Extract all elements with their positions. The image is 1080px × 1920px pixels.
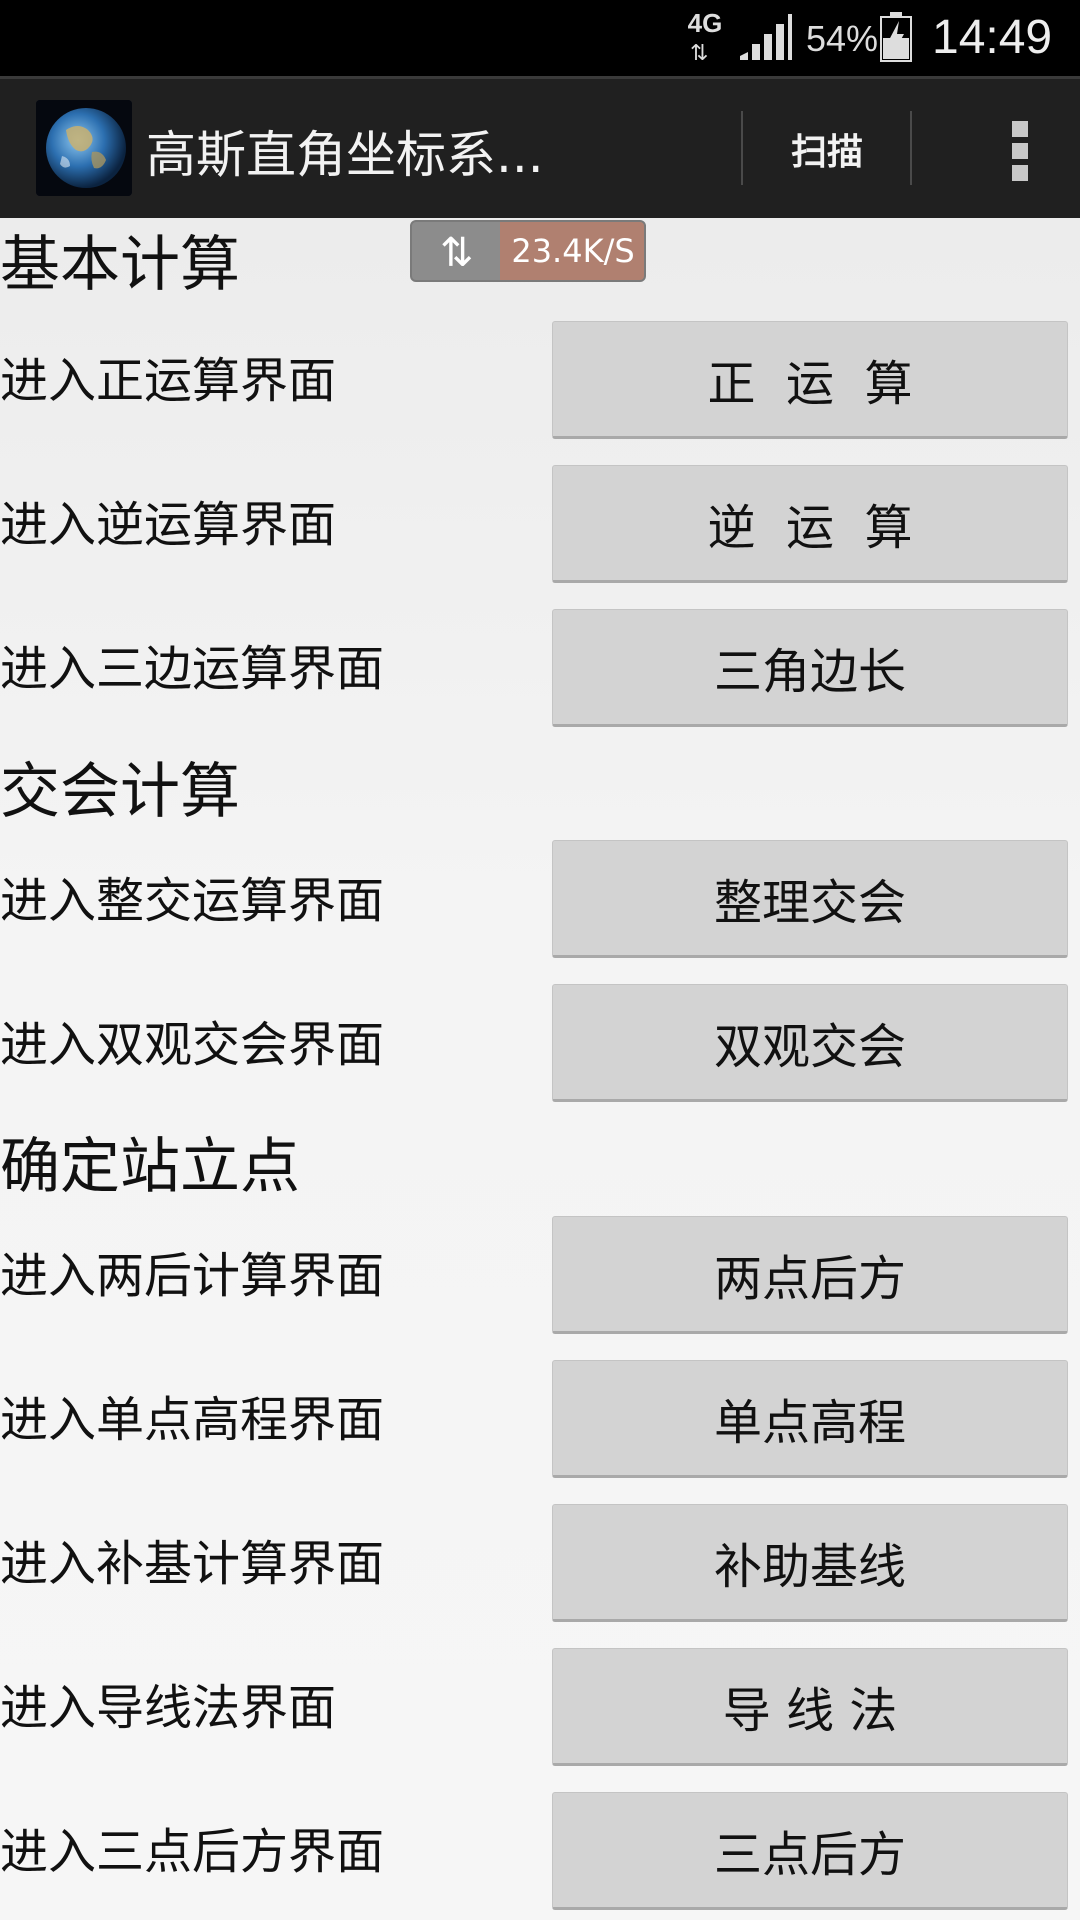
app-title: 高斯直角坐标系... xyxy=(146,126,544,184)
network-speed-indicator: ⇅ 23.4K/S xyxy=(410,220,646,282)
main-content: 基本计算 进入正运算界面 正 运 算 进入逆运算界面 逆 运 算 进入三边运算界… xyxy=(0,218,1080,1920)
action-bar-divider xyxy=(741,111,743,185)
row-label: 进入导线法界面 xyxy=(0,1680,337,1736)
globe-icon[interactable] xyxy=(36,100,132,196)
triangle-sides-button[interactable]: 三角边长 xyxy=(552,609,1068,727)
action-bar: 高斯直角坐标系... 扫描 xyxy=(0,76,1080,218)
sync-arrows-icon: ⇅ xyxy=(440,230,474,276)
overflow-menu-icon[interactable] xyxy=(962,79,1080,218)
scan-button[interactable]: 扫描 xyxy=(744,79,910,218)
section-title-intersection: 交会计算 xyxy=(0,757,240,827)
row-label: 进入双观交会界面 xyxy=(0,1017,385,1073)
network-speed-value: 23.4K/S xyxy=(500,222,644,280)
inverse-calc-button[interactable]: 逆 运 算 xyxy=(552,465,1068,583)
row-label: 进入整交运算界面 xyxy=(0,873,385,929)
traverse-method-button[interactable]: 导 线 法 xyxy=(552,1648,1068,1766)
single-point-elevation-button[interactable]: 单点高程 xyxy=(552,1360,1068,1478)
row-label: 进入逆运算界面 xyxy=(0,497,337,553)
status-bar: 4G ⇅ 54% 14:49 xyxy=(0,0,1080,76)
clock: 14:49 xyxy=(932,11,1053,64)
action-bar-divider xyxy=(910,111,912,185)
row-label: 进入补基计算界面 xyxy=(0,1536,385,1592)
row-label: 进入单点高程界面 xyxy=(0,1392,385,1448)
row-label: 进入三点后方界面 xyxy=(0,1824,385,1880)
two-point-resection-button[interactable]: 两点后方 xyxy=(552,1216,1068,1334)
row-label: 进入正运算界面 xyxy=(0,353,337,409)
data-activity-icon: ⇅ xyxy=(690,40,709,65)
dual-observation-button[interactable]: 双观交会 xyxy=(552,984,1068,1102)
signal-icon xyxy=(740,14,792,60)
battery-percentage: 54% xyxy=(806,18,879,59)
intersection-button[interactable]: 整理交会 xyxy=(552,840,1068,958)
auxiliary-baseline-button[interactable]: 补助基线 xyxy=(552,1504,1068,1622)
forward-calc-button[interactable]: 正 运 算 xyxy=(552,321,1068,439)
three-point-resection-button[interactable]: 三点后方 xyxy=(552,1792,1068,1910)
section-title-basic: 基本计算 xyxy=(0,230,240,300)
row-label: 进入三边运算界面 xyxy=(0,641,385,697)
row-label: 进入两后计算界面 xyxy=(0,1248,385,1304)
section-title-station: 确定站立点 xyxy=(0,1132,300,1202)
battery-icon xyxy=(880,12,912,62)
